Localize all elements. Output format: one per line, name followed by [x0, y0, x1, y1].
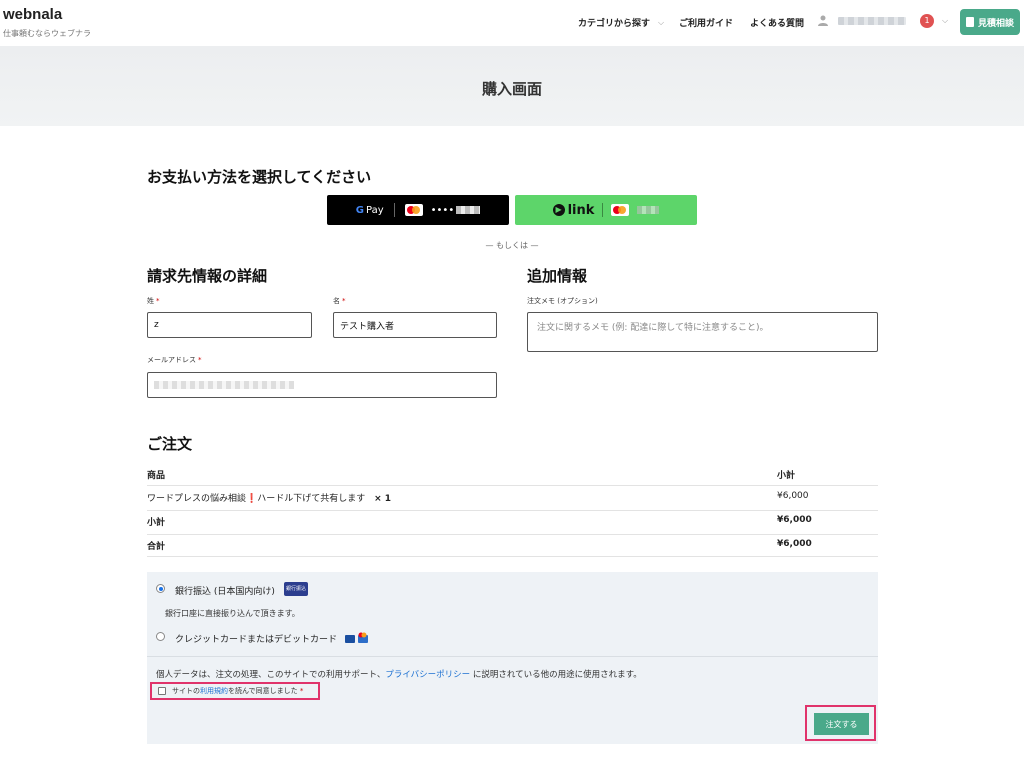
- user-name-redacted: [838, 17, 906, 25]
- first-name-field[interactable]: テスト購入者: [333, 312, 497, 338]
- or-separator: — もしくは —: [485, 241, 539, 250]
- mastercard-icon: [611, 204, 630, 216]
- divider: [602, 203, 604, 217]
- card-brands-icon: [345, 632, 369, 647]
- total-row: 合計 ¥6,000: [147, 539, 878, 557]
- site-tagline: 仕事頼むならウェブナラ: [3, 29, 91, 38]
- nav-categories[interactable]: カテゴリから探す ⌵: [578, 16, 665, 30]
- quote-request-button[interactable]: 見積相談: [960, 9, 1020, 35]
- nav-faq-label: よくある質問: [750, 19, 805, 29]
- mastercard-icon: [404, 204, 423, 216]
- privacy-notice: 個人データは、注文の処理、このサイトでの利用サポート、プライバシーポリシー に説…: [156, 670, 642, 680]
- bank-transfer-radio[interactable]: [156, 584, 165, 593]
- terms-label[interactable]: サイトの利用規約を読んで同意しました *: [172, 686, 303, 696]
- terms-link[interactable]: 利用規約: [200, 687, 228, 695]
- last-name-value: z: [154, 320, 159, 330]
- user-menu[interactable]: 1 ⌵: [818, 14, 948, 28]
- bank-transfer-description: 銀行口座に直接振り込んで頂きます。: [165, 609, 300, 618]
- privacy-policy-link[interactable]: プライバシーポリシー: [385, 670, 470, 680]
- col-subtotal: 小計: [777, 471, 796, 481]
- order-table-header: 商品 小計: [147, 468, 878, 486]
- quote-request-label: 見積相談: [977, 18, 1014, 29]
- site-header: webnala 仕事頼むならウェブナラ カテゴリから探す ⌵ ご利用ガイド よく…: [0, 0, 1024, 46]
- notification-badge[interactable]: 1: [920, 14, 934, 28]
- nav-categories-label: カテゴリから探す: [578, 19, 651, 29]
- last-name-field[interactable]: z: [147, 312, 312, 338]
- email-redacted: [154, 381, 294, 389]
- google-pay-button[interactable]: G Pay ••••: [327, 195, 509, 225]
- google-pay-label: Pay: [365, 204, 384, 216]
- payment-methods-panel: [147, 572, 878, 744]
- google-g-icon: G: [355, 204, 364, 216]
- user-icon: [818, 15, 830, 27]
- order-notes-label: 注文メモ (オプション): [527, 297, 598, 305]
- link-pay-button[interactable]: ▶ link: [515, 195, 697, 225]
- card-number-redacted: [456, 206, 481, 214]
- nav-faq[interactable]: よくある質問: [750, 16, 804, 29]
- panel-divider: [147, 656, 878, 657]
- terms-checkbox[interactable]: [158, 687, 166, 695]
- order-notes-textarea[interactable]: 注文に関するメモ (例: 配達に際して特に注意すること)。: [527, 312, 878, 352]
- first-name-value: テスト購入者: [340, 321, 395, 332]
- divider: [393, 203, 395, 217]
- nav-guide[interactable]: ご利用ガイド: [679, 16, 733, 29]
- product-name: ワードプレスの悩み相談❗ハードル下げて共有します × 1: [147, 494, 392, 504]
- place-order-button[interactable]: 注文する: [814, 713, 869, 735]
- page-title: 購入画面: [481, 80, 542, 98]
- subtotal-label: 小計: [147, 518, 166, 528]
- place-order-highlight: 注文する: [805, 705, 876, 741]
- link-arrow-icon: ▶: [552, 204, 565, 216]
- terms-agreement-highlight: サイトの利用規約を読んで同意しました *: [150, 682, 320, 700]
- payment-select-heading: お支払い方法を選択してください: [147, 168, 372, 186]
- order-notes-placeholder: 注文に関するメモ (例: 配達に際して特に注意すること)。: [537, 323, 769, 333]
- document-icon: [965, 17, 974, 27]
- first-name-label: 名 *: [333, 297, 346, 305]
- col-product: 商品: [147, 471, 166, 481]
- link-pay-label: link: [567, 202, 595, 218]
- bank-transfer-icon: 銀行振込: [284, 582, 308, 596]
- total-label: 合計: [147, 542, 166, 552]
- bank-transfer-label[interactable]: 銀行振込 (日本国内向け): [175, 584, 275, 597]
- email-label: メールアドレス *: [147, 356, 202, 364]
- card-number-redacted: [637, 206, 660, 214]
- page-hero: 購入画面: [0, 46, 1024, 126]
- order-heading: ご注文: [147, 435, 193, 453]
- last-name-label: 姓 *: [147, 297, 160, 305]
- email-field[interactable]: [147, 372, 497, 398]
- total-value: ¥6,000: [777, 539, 812, 549]
- chevron-down-icon: ⌵: [658, 17, 665, 27]
- table-row: ワードプレスの悩み相談❗ハードル下げて共有します × 1 ¥6,000: [147, 491, 878, 511]
- nav-guide-label: ご利用ガイド: [679, 19, 734, 29]
- subtotal-row: 小計 ¥6,000: [147, 515, 878, 535]
- card-payment-label[interactable]: クレジットカードまたはデビットカード: [175, 632, 337, 645]
- chevron-down-icon: ⌵: [942, 16, 949, 25]
- subtotal-value: ¥6,000: [777, 515, 812, 525]
- product-price: ¥6,000: [777, 491, 809, 501]
- site-logo[interactable]: webnala: [3, 6, 62, 23]
- card-payment-radio[interactable]: [156, 632, 165, 641]
- additional-info-heading: 追加情報: [527, 267, 588, 285]
- card-masked-number: ••••: [430, 204, 455, 216]
- billing-heading: 請求先情報の詳細: [147, 267, 268, 285]
